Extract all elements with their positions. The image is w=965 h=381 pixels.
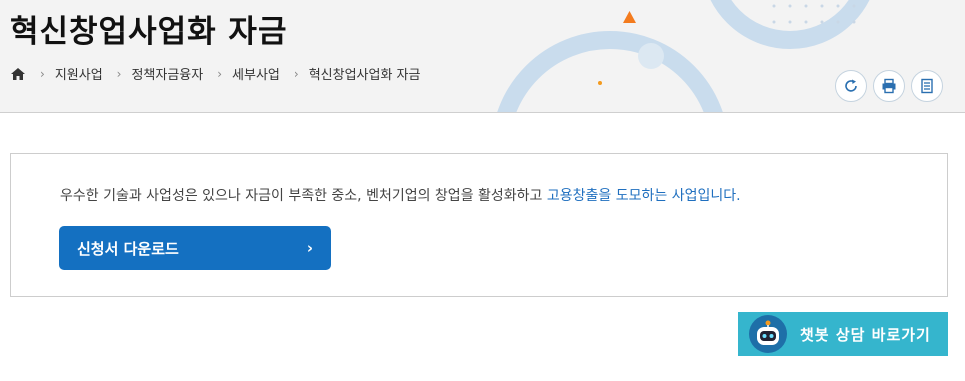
document-button[interactable] [911, 70, 943, 102]
refresh-button[interactable] [835, 70, 867, 102]
description-highlight: 고용창출을 도모하는 사업입니다. [546, 188, 741, 204]
chevron-right-icon: › [40, 66, 45, 81]
breadcrumb-item-detail[interactable]: 세부사업 [232, 64, 280, 83]
page-title: 혁신창업사업화 자금 [10, 14, 288, 50]
breadcrumb-item-support[interactable]: 지원사업 [55, 64, 103, 83]
description-text: 우수한 기술과 사업성은 있으나 자금이 부족한 중소, 벤처기업의 창업을 활… [60, 188, 547, 204]
summary-panel: 우수한 기술과 사업성은 있으나 자금이 부족한 중소, 벤처기업의 창업을 활… [10, 153, 948, 297]
download-application-button[interactable]: 신청서 다운로드 › [59, 226, 331, 270]
print-button[interactable] [873, 70, 905, 102]
chevron-right-icon: › [306, 239, 313, 257]
print-icon [882, 78, 896, 94]
program-description: 우수한 기술과 사업성은 있으나 자금이 부족한 중소, 벤처기업의 창업을 활… [60, 185, 741, 205]
document-icon [921, 78, 933, 94]
page-header: 혁신창업사업화 자금 › 지원사업 › 정책자금융자 › 세부사업 › 혁신창업… [0, 0, 965, 113]
page-tools [835, 70, 943, 102]
breadcrumb-item-policy-loan[interactable]: 정책자금융자 [131, 64, 203, 83]
download-button-label: 신청서 다운로드 [77, 239, 179, 258]
chatbot-label: 챗봇 상담 바로가기 [800, 325, 931, 344]
chatbot-robot-icon [749, 315, 787, 353]
chatbot-button[interactable]: 챗봇 상담 바로가기 [738, 312, 948, 356]
chevron-right-icon: › [217, 66, 223, 81]
breadcrumb: › 지원사업 › 정책자금융자 › 세부사업 › 혁신창업사업화 자금 [10, 64, 420, 83]
chevron-right-icon: › [116, 66, 122, 81]
chevron-right-icon: › [293, 66, 299, 81]
home-icon[interactable] [10, 66, 26, 82]
refresh-icon [845, 79, 857, 92]
breadcrumb-item-current[interactable]: 혁신창업사업화 자금 [309, 64, 421, 83]
